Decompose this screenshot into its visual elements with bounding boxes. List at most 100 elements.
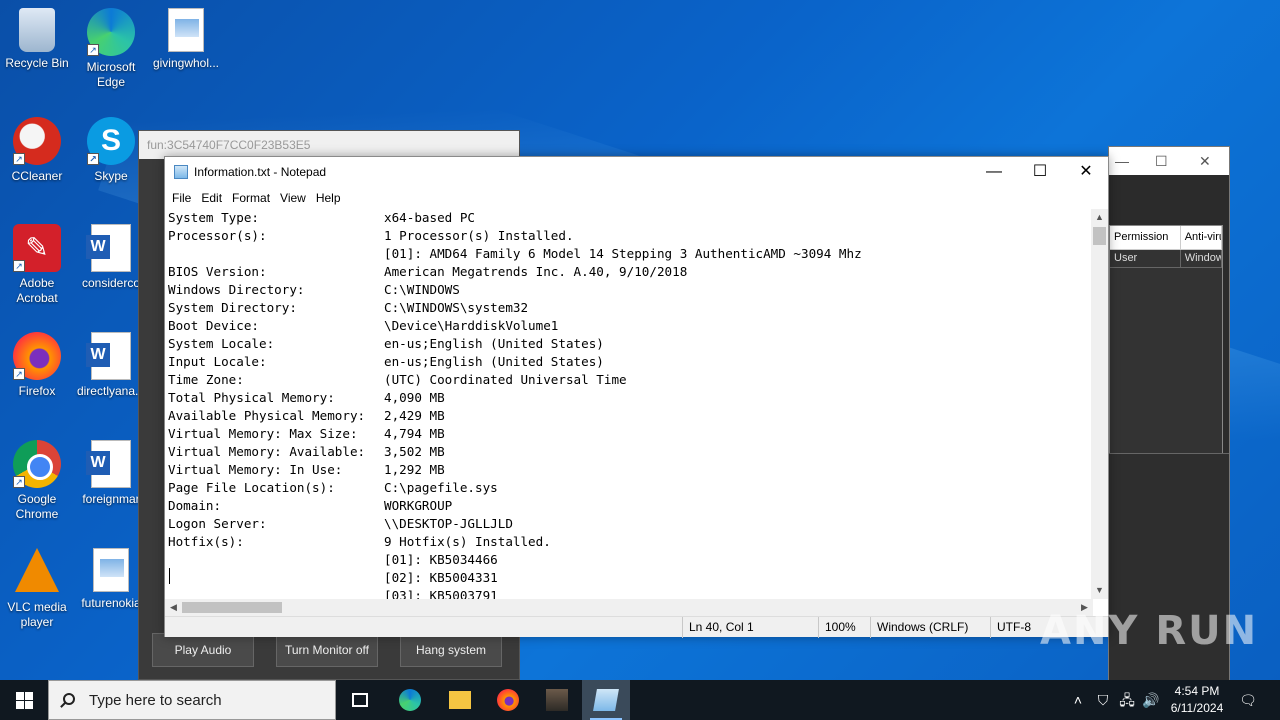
desktop-icon-label: considerco — [81, 276, 141, 290]
security-tray-icon[interactable]: ⛉ — [1092, 680, 1114, 720]
desktop-icon-directlyana[interactable]: directlyana... — [75, 332, 147, 399]
notepad-window[interactable]: Information.txt - Notepad — ☐ ✕ File Edi… — [164, 156, 1109, 638]
scroll-down-icon[interactable]: ▼ — [1091, 582, 1108, 599]
line-label: Page File Location(s): — [168, 480, 335, 495]
window-title: Information.txt - Notepad — [194, 165, 327, 179]
taskbar-file-explorer[interactable] — [436, 680, 484, 720]
desktop-icon-label: directlyana... — [76, 384, 146, 398]
line-label: Time Zone: — [168, 372, 244, 387]
text-line: [02]: KB5004331 — [168, 569, 1093, 587]
shortcut-arrow-icon: ↗ — [13, 476, 25, 488]
text-line: [01]: AMD64 Family 6 Model 14 Stepping 3… — [168, 245, 1093, 263]
close-icon[interactable]: ✕ — [1199, 153, 1211, 170]
text-line: Windows Directory: C:\WINDOWS — [168, 281, 1093, 299]
notepad-titlebar[interactable]: Information.txt - Notepad — ☐ ✕ — [165, 157, 1108, 187]
menu-help[interactable]: Help — [311, 187, 346, 209]
desktop-icon-recycle-bin[interactable]: Recycle Bin — [1, 8, 73, 71]
line-value: x64-based PC — [384, 210, 475, 225]
taskbar-clock[interactable]: 4:54 PM 6/11/2024 — [1160, 683, 1234, 717]
desktop-icon-givingwhol[interactable]: givingwhol... — [150, 8, 222, 71]
text-line: System Locale: en-us;English (United Stat… — [168, 335, 1093, 353]
desktop-icon-futurenokia[interactable]: futurenokia — [75, 548, 147, 611]
desktop-icon-label: givingwhol... — [152, 56, 220, 70]
line-label: Input Locale: — [168, 354, 267, 369]
text-line: Logon Server: \\DESKTOP-JGLLJLD — [168, 515, 1093, 533]
notification-center-icon[interactable]: 🗨 — [1236, 680, 1260, 720]
line-label: Virtual Memory: In Use: — [168, 462, 343, 477]
scroll-thumb[interactable] — [1093, 227, 1106, 245]
desktop-icon-foreignmar[interactable]: foreignmar — [75, 440, 147, 507]
image-file-icon — [93, 548, 129, 592]
acrobat-icon: ✎ ↗ — [13, 224, 61, 272]
menu-edit[interactable]: Edit — [196, 187, 227, 209]
column-header[interactable]: Permission — [1110, 226, 1181, 249]
menu-view[interactable]: View — [275, 187, 311, 209]
background-process-window[interactable]: — ☐ ✕ Permission Anti-viru User Window — [1108, 146, 1230, 681]
app-icon — [546, 689, 568, 711]
folder-icon — [449, 691, 471, 709]
table-row[interactable]: User Window — [1110, 250, 1222, 268]
line-label: Logon Server: — [168, 516, 267, 531]
text-line: Boot Device: \Device\HarddiskVolume1 — [168, 317, 1093, 335]
line-value: 3,502 MB — [384, 444, 445, 459]
shortcut-arrow-icon: ↗ — [87, 44, 99, 56]
windows-logo-icon — [25, 692, 33, 700]
close-button[interactable]: ✕ — [1063, 157, 1109, 187]
clock-date: 6/11/2024 — [1170, 701, 1224, 715]
line-label: System Type: — [168, 210, 259, 225]
desktop-icon-vlc[interactable]: VLC media player — [1, 548, 73, 630]
desktop-icon-label: futurenokia — [81, 596, 141, 610]
minimize-button[interactable]: — — [971, 157, 1017, 187]
desktop-icon-ccleaner[interactable]: ↗ CCleaner — [1, 117, 73, 184]
table-cell: User — [1110, 250, 1181, 267]
line-label: Windows Directory: — [168, 282, 305, 297]
minimize-icon[interactable]: — — [1115, 153, 1129, 169]
menu-format[interactable]: Format — [227, 187, 275, 209]
volume-icon[interactable]: 🔊 — [1140, 680, 1162, 720]
word-doc-icon — [86, 224, 131, 272]
line-label: Domain: — [168, 498, 222, 513]
vertical-scrollbar[interactable]: ▲ ▼ — [1091, 209, 1108, 599]
vlc-icon-wrap — [13, 548, 61, 596]
show-hidden-icons[interactable]: ˄ — [1068, 680, 1088, 720]
text-line: Hotfix(s): 9 Hotfix(s) Installed. — [168, 533, 1093, 551]
scroll-thumb[interactable] — [182, 602, 282, 613]
column-header[interactable]: Anti-viru — [1181, 226, 1222, 249]
search-icon — [63, 693, 75, 705]
text-line: Virtual Memory: Max Size: 4,794 MB — [168, 425, 1093, 443]
scroll-left-icon[interactable]: ◀ — [165, 599, 182, 616]
text-line: Time Zone: (UTC) Coordinated Universal Ti… — [168, 371, 1093, 389]
line-ending: Windows (CRLF) — [870, 617, 990, 638]
taskbar-notepad[interactable] — [582, 680, 630, 720]
table-header: Permission Anti-viru — [1110, 226, 1222, 250]
desktop-icon-acrobat[interactable]: ✎ ↗ Adobe Acrobat — [1, 224, 73, 306]
maximize-icon[interactable]: ☐ — [1155, 153, 1168, 170]
line-label: Total Physical Memory: — [168, 390, 335, 405]
horizontal-scrollbar[interactable]: ◀ ▶ — [165, 599, 1093, 616]
network-icon[interactable]: 🖧 — [1116, 680, 1138, 720]
desktop-icon-firefox[interactable]: ↗ Firefox — [1, 332, 73, 399]
menu-file[interactable]: File — [167, 187, 196, 209]
play-audio-button[interactable]: Play Audio — [152, 633, 254, 667]
taskbar-edge[interactable] — [386, 680, 434, 720]
clock-time: 4:54 PM — [1174, 684, 1220, 698]
taskbar-search-box[interactable]: Type here to search — [48, 680, 336, 720]
turn-monitor-off-button[interactable]: Turn Monitor off — [276, 633, 378, 667]
desktop-icon-considerco[interactable]: considerco — [75, 224, 147, 291]
desktop-icon-chrome[interactable]: ↗ Google Chrome — [1, 440, 73, 522]
desktop-icon-label: Adobe Acrobat — [16, 276, 58, 305]
desktop-icon-skype[interactable]: S ↗ Skype — [75, 117, 147, 184]
desktop-icon-edge[interactable]: ↗ Microsoft Edge — [75, 8, 147, 90]
windows-logo-icon — [16, 701, 24, 709]
start-button[interactable] — [0, 680, 48, 720]
hang-system-button[interactable]: Hang system — [400, 633, 502, 667]
maximize-button[interactable]: ☐ — [1017, 157, 1063, 187]
task-view-button[interactable] — [336, 680, 384, 720]
taskbar-malware-app[interactable] — [533, 680, 581, 720]
text-editor-area[interactable]: System Type: x64-based PC Processor(s): 1 P… — [165, 209, 1093, 599]
line-value: [01]: KB5034466 — [384, 552, 498, 567]
scroll-up-icon[interactable]: ▲ — [1091, 209, 1108, 226]
line-value: C:\WINDOWS\system32 — [384, 300, 529, 315]
line-label: Virtual Memory: Available: — [168, 444, 366, 459]
taskbar-firefox[interactable] — [484, 680, 532, 720]
